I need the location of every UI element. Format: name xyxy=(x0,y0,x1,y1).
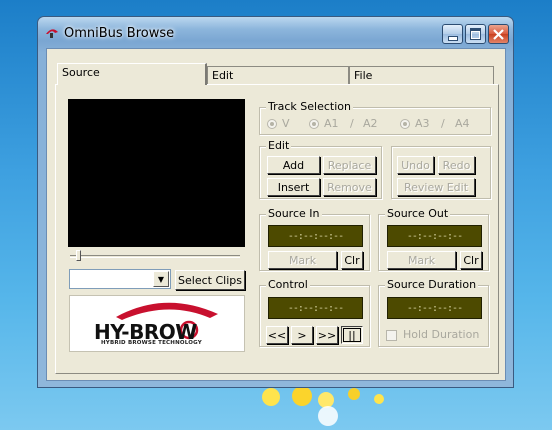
radio-track-v[interactable] xyxy=(267,119,277,129)
desktop-flower xyxy=(348,388,360,400)
track-v-label: V xyxy=(282,117,290,130)
app-logo-icon xyxy=(46,29,58,38)
add-button[interactable]: Add xyxy=(267,156,320,174)
tab-edit-label: Edit xyxy=(212,69,234,82)
redo-button[interactable]: Redo xyxy=(438,156,475,174)
hold-duration-checkbox[interactable] xyxy=(386,330,397,341)
source-duration-timecode: --:--:--:-- xyxy=(387,297,482,319)
play-icon: > xyxy=(297,328,307,342)
title-bar[interactable]: OmniBus Browse xyxy=(38,17,513,51)
minimize-icon xyxy=(447,35,458,41)
add-label: Add xyxy=(282,158,305,172)
track-separator: / xyxy=(350,117,354,130)
radio-track-a3[interactable] xyxy=(400,119,410,129)
source-out-clear-button[interactable]: Clr xyxy=(460,251,482,269)
desktop-flower xyxy=(262,388,280,406)
redo-label: Redo xyxy=(442,158,471,172)
track-selection-label: Track Selection xyxy=(266,100,353,113)
minimize-button[interactable] xyxy=(442,24,463,44)
select-clips-button[interactable]: Select Clips xyxy=(175,270,245,290)
fast-forward-icon: >> xyxy=(317,328,337,342)
select-clips-label: Select Clips xyxy=(178,273,242,287)
insert-button[interactable]: Insert xyxy=(267,178,320,196)
app-window: OmniBus Browse Source Edit File ▼ Select… xyxy=(37,16,514,388)
rewind-icon: << xyxy=(267,328,287,342)
fast-forward-button[interactable]: >> xyxy=(316,326,338,344)
remove-button[interactable]: Remove xyxy=(323,178,376,196)
source-in-mark-label: Mark xyxy=(288,253,317,267)
source-duration-label: Source Duration xyxy=(385,278,479,291)
scrub-slider-track[interactable] xyxy=(70,255,240,258)
review-edit-button[interactable]: Review Edit xyxy=(397,178,475,196)
source-in-clear-label: Clr xyxy=(344,253,360,267)
replace-button[interactable]: Replace xyxy=(323,156,376,174)
source-in-label: Source In xyxy=(266,207,322,220)
track-a2-label: A2 xyxy=(363,117,378,130)
radio-track-a1[interactable] xyxy=(309,119,319,129)
tab-edit[interactable]: Edit xyxy=(207,66,349,84)
review-edit-label: Review Edit xyxy=(403,180,469,194)
source-out-timecode: --:--:--:-- xyxy=(387,225,482,247)
window-title: OmniBus Browse xyxy=(64,26,175,41)
remove-label: Remove xyxy=(327,180,372,194)
rewind-button[interactable]: << xyxy=(266,326,288,344)
source-in-timecode: --:--:--:-- xyxy=(268,225,363,247)
source-in-clear-button[interactable]: Clr xyxy=(341,251,363,269)
desktop-flower xyxy=(374,394,384,404)
logo-tagline: HYBRID BROWSE TECHNOLOGY xyxy=(101,340,202,346)
hold-duration-label: Hold Duration xyxy=(403,328,480,341)
track-separator: / xyxy=(441,117,445,130)
edit-group-label: Edit xyxy=(266,139,292,152)
source-out-clear-label: Clr xyxy=(463,253,479,267)
tab-source-label: Source xyxy=(62,66,100,79)
video-preview[interactable] xyxy=(68,99,245,247)
pause-icon: || xyxy=(348,328,356,342)
scrub-slider-thumb[interactable] xyxy=(76,250,81,261)
source-out-mark-button[interactable]: Mark xyxy=(387,251,456,269)
play-button[interactable]: > xyxy=(291,326,313,344)
desktop-flower xyxy=(318,406,338,426)
hybrow-logo: HY-BROW HYBRID BROWSE TECHNOLOGY xyxy=(69,295,245,352)
maximize-button[interactable] xyxy=(465,24,486,44)
track-a4-label: A4 xyxy=(455,117,470,130)
dropdown-arrow-icon[interactable]: ▼ xyxy=(153,271,169,287)
control-label: Control xyxy=(266,278,310,291)
pause-button[interactable]: || xyxy=(341,326,363,344)
undo-button[interactable]: Undo xyxy=(397,156,434,174)
tab-source[interactable]: Source xyxy=(57,63,207,85)
source-out-mark-label: Mark xyxy=(407,253,436,267)
tab-file[interactable]: File xyxy=(349,66,494,84)
track-a1-label: A1 xyxy=(324,117,339,130)
window-client-area: Source Edit File ▼ Select Clips HY-BROW … xyxy=(46,48,506,381)
insert-label: Insert xyxy=(277,180,310,194)
maximize-icon xyxy=(470,28,481,40)
desktop-flower xyxy=(292,386,312,406)
control-timecode: --:--:--:-- xyxy=(268,297,363,319)
track-a3-label: A3 xyxy=(415,117,430,130)
close-button[interactable] xyxy=(488,24,509,44)
replace-label: Replace xyxy=(327,158,372,172)
undo-label: Undo xyxy=(401,158,430,172)
close-icon xyxy=(493,28,504,40)
source-in-mark-button[interactable]: Mark xyxy=(268,251,337,269)
source-out-label: Source Out xyxy=(385,207,451,220)
tab-file-label: File xyxy=(354,69,373,82)
clip-combo[interactable]: ▼ xyxy=(69,269,171,289)
